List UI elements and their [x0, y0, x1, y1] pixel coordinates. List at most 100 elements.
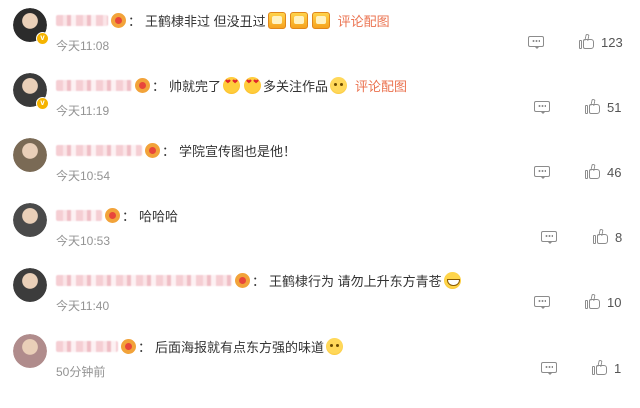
thinking-emoji-icon: [330, 76, 348, 94]
sticker-emoji-icon: [311, 11, 330, 29]
comment-icon-tail: [547, 241, 553, 244]
comment-item: ：王鹤棣行为 请勿上升东方青苍今天11:40 10: [0, 264, 640, 330]
comment-icon-dots: [532, 40, 540, 42]
sticker-emoji-icon: [289, 11, 308, 29]
separator-colon: ：: [252, 273, 266, 289]
thinking-emoji-icon: [326, 337, 344, 355]
verified-badge-icon: v: [36, 32, 49, 45]
comment-text: 学院宣传图也是他！: [179, 143, 297, 159]
comment-item: ：学院宣传图也是他！ 今天10:54 46: [0, 134, 640, 200]
username-blurred[interactable]: [56, 144, 142, 156]
thumbs-up-icon: [592, 359, 608, 376]
separator-colon: ：: [152, 78, 166, 94]
comment-text: 王鹤棣非过 但没丑过: [145, 13, 266, 29]
comment-icon-dots: [545, 366, 553, 368]
like-count: 1: [614, 360, 622, 376]
like-button[interactable]: 10: [585, 293, 621, 311]
avatar-image: [13, 268, 47, 302]
comment-timestamp: 今天11:40: [56, 299, 110, 313]
thumbs-up-icon: [585, 293, 601, 310]
thumb-cuff: [585, 170, 588, 179]
username-blurred[interactable]: [56, 79, 132, 91]
user-level-badge-icon: [145, 142, 160, 158]
separator-colon: ：: [122, 208, 136, 224]
sticker-emoji-icon: [267, 11, 286, 29]
comment-timestamp: 今天10:53: [56, 234, 111, 248]
username-blurred[interactable]: [56, 209, 102, 221]
username-blurred[interactable]: [56, 274, 232, 286]
comment-icon-dots: [538, 300, 546, 302]
user-level-badge-icon: [235, 272, 250, 288]
heart-eyes-emoji-icon: [223, 76, 241, 94]
like-count: 8: [615, 229, 623, 245]
comment-item: ：哈哈哈今天10:53 8: [0, 199, 640, 265]
view-comment-image-link[interactable]: 评论配图: [355, 76, 407, 95]
username-blurred[interactable]: [56, 14, 108, 26]
like-button[interactable]: 8: [593, 228, 622, 246]
comment-timestamp: 今天11:08: [56, 39, 110, 53]
laughing-tears-emoji-icon: [443, 271, 461, 289]
comment-item: ：后面海报就有点东方强的味道 50分钟前 1: [0, 330, 640, 396]
avatar[interactable]: [13, 203, 47, 237]
comment-icon-tail: [540, 111, 546, 114]
thumb-cuff: [592, 366, 595, 375]
comment-text-continued: 多关注作品: [263, 78, 329, 94]
comment-timestamp: 今天11:19: [56, 104, 110, 118]
comment-icon[interactable]: [534, 296, 550, 310]
separator-colon: ：: [162, 143, 176, 159]
like-button[interactable]: 123: [579, 33, 623, 51]
comment-text: 后面海报就有点东方强的味道: [155, 339, 325, 355]
comment-timestamp: 50分钟前: [56, 365, 106, 379]
separator-colon: ：: [128, 13, 142, 29]
comment-icon[interactable]: [534, 101, 550, 115]
like-button[interactable]: 51: [585, 98, 621, 116]
comment-content: ：学院宣传图也是他！: [56, 140, 296, 160]
comment-content: ：帅就完了 多关注作品 评论配图: [56, 75, 407, 95]
comment-text: 帅就完了: [169, 78, 222, 94]
like-count: 123: [601, 34, 623, 50]
comment-icon-dots: [538, 170, 546, 172]
avatar[interactable]: [13, 334, 47, 368]
avatar[interactable]: [13, 138, 47, 172]
comment-icon-tail: [547, 372, 553, 375]
comment-item: v ：王鹤棣非过 但没丑过 评论配图今天11:08 123: [0, 4, 640, 70]
avatar[interactable]: [13, 268, 47, 302]
comment-content: ：王鹤棣行为 请勿上升东方青苍: [56, 270, 463, 290]
thumbs-up-icon: [585, 98, 601, 115]
thumbs-up-icon: [579, 33, 595, 50]
comment-text: 哈哈哈: [139, 208, 179, 224]
comment-timestamp: 今天10:54: [56, 169, 111, 183]
like-count: 46: [607, 164, 622, 180]
comment-icon-tail: [534, 46, 540, 49]
username-blurred[interactable]: [56, 340, 118, 352]
comment-content: ：后面海报就有点东方强的味道: [56, 336, 345, 356]
verified-badge-icon: v: [36, 97, 49, 110]
avatar-image: [13, 138, 47, 172]
comment-text: 王鹤棣行为 请勿上升东方青苍: [269, 273, 442, 289]
user-level-badge-icon: [121, 338, 136, 354]
user-level-badge-icon: [111, 12, 126, 28]
thumbs-up-icon: [585, 163, 601, 180]
user-level-badge-icon: [105, 207, 120, 223]
comment-content: ：哈哈哈: [56, 205, 178, 225]
thumb-cuff: [579, 40, 582, 49]
comment-icon[interactable]: [534, 166, 550, 180]
like-count: 51: [607, 99, 622, 115]
comment-item: v ：帅就完了 多关注作品 评论配图今天11:19 51: [0, 69, 640, 135]
comment-icon[interactable]: [541, 362, 557, 376]
like-button[interactable]: 1: [592, 359, 621, 377]
like-button[interactable]: 46: [585, 163, 621, 181]
thumb-cuff: [585, 105, 588, 114]
thumb-cuff: [585, 300, 588, 309]
thumbs-up-icon: [593, 228, 609, 245]
avatar-image: [13, 203, 47, 237]
comment-icon-dots: [545, 235, 553, 237]
thumb-cuff: [593, 235, 596, 244]
avatar-image: [13, 334, 47, 368]
view-comment-image-link[interactable]: 评论配图: [338, 11, 390, 30]
comment-icon[interactable]: [528, 36, 544, 50]
comment-icon[interactable]: [541, 231, 557, 245]
heart-eyes-emoji-icon: [244, 76, 262, 94]
comment-content: ：王鹤棣非过 但没丑过 评论配图: [56, 10, 390, 30]
comment-icon-tail: [540, 176, 546, 179]
